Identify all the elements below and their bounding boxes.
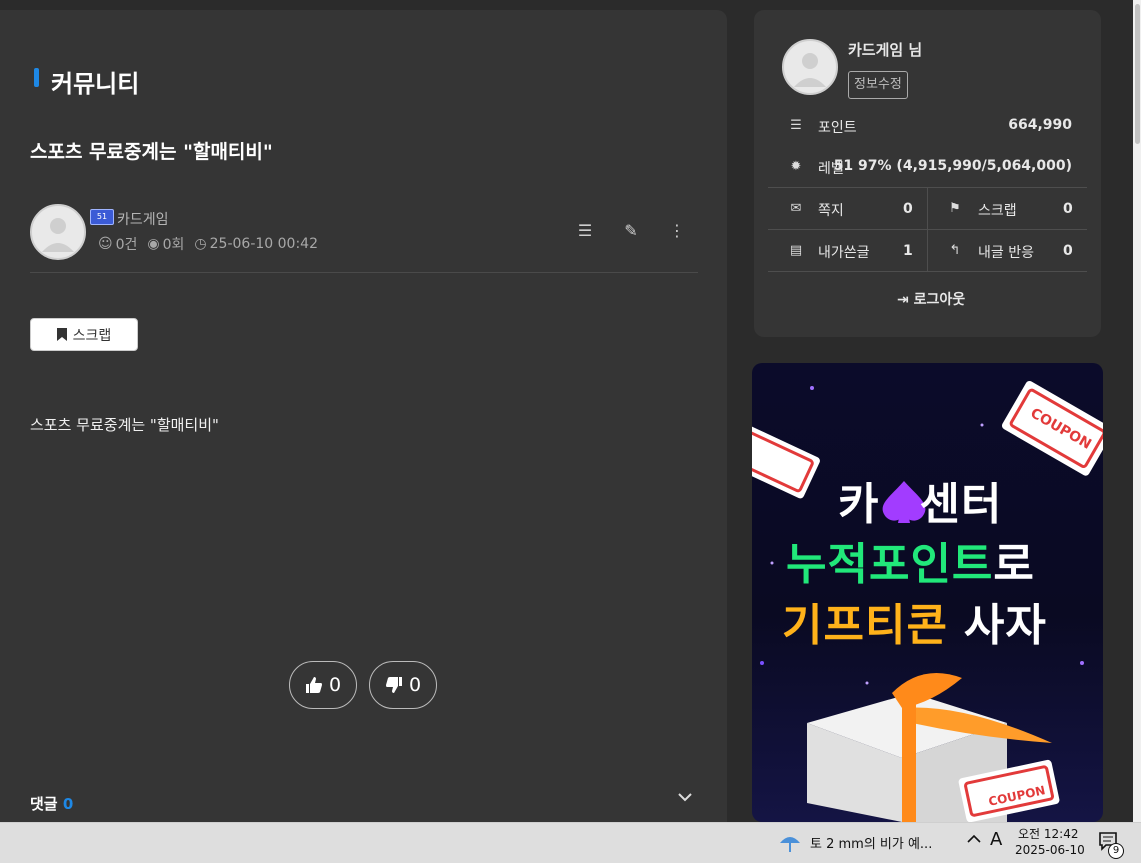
scrap-value: 0 (1063, 201, 1073, 217)
person-icon (794, 53, 826, 87)
replies-value: 0 (1063, 243, 1073, 259)
ad-text: 카 (838, 479, 880, 530)
divider (768, 229, 1087, 230)
logout-icon: ⇥ (897, 292, 909, 308)
ad-text: 누적포인트 (786, 539, 994, 590)
view-count-meta: ◉ 0회 (147, 236, 185, 253)
edit-profile-button[interactable]: 정보수정 (848, 71, 908, 99)
list-icon: ☰ (790, 118, 802, 133)
comments-header[interactable]: 댓글 0 (30, 793, 73, 814)
clock-icon: ◷ (194, 236, 207, 252)
point-label: 포인트 (818, 120, 857, 136)
clock-time[interactable]: 오전 12:42 (1018, 825, 1078, 842)
thumbs-up-icon (305, 677, 322, 693)
more-options-icon[interactable]: ⋮ (667, 221, 687, 240)
eye-icon: ◉ (147, 236, 160, 252)
comments-label: 댓글 (30, 795, 58, 813)
scrap-button[interactable]: 스크랩 (30, 318, 138, 351)
edit-pencil-icon[interactable]: ✎ (621, 221, 641, 240)
ad-text: 사자 (963, 600, 1047, 651)
ad-line-2: 누적포인트로 (786, 528, 1035, 592)
memo-label[interactable]: 쪽지 (818, 200, 844, 220)
dislike-count: 0 (408, 674, 422, 696)
logout-button[interactable]: ⇥ 로그아웃 (897, 289, 965, 309)
notification-count: 9 (1108, 843, 1124, 859)
post-body: 스포츠 무료중계는 "할매티비" (30, 416, 219, 434)
clock-date[interactable]: 2025-06-10 (1015, 843, 1085, 857)
ad-banner[interactable]: COUPON COUPON 카 센터 누적포인트로 기프티콘 사자 (752, 363, 1103, 822)
weather-text[interactable]: 토 2 mm의 비가 예... (810, 833, 932, 852)
ad-text: 기프티콘 (782, 600, 948, 651)
weather-icon[interactable] (778, 831, 802, 859)
memo-value: 0 (903, 201, 913, 217)
ad-text: 로 (993, 539, 1035, 590)
person-icon (42, 218, 74, 252)
taskbar: 토 2 mm의 비가 예... A 오전 12:42 2025-06-10 9 (0, 822, 1141, 863)
like-count: 0 (328, 674, 342, 696)
bookmark-icon (56, 328, 67, 341)
post-meta: ☺ 0건 ◉ 0회 ◷ 25-06-10 00:42 (98, 234, 318, 254)
comments-count: 0 (62, 795, 74, 813)
section-title: 커뮤니티 (51, 70, 140, 98)
replies-label[interactable]: 내글 반응 (978, 242, 1034, 262)
sun-icon: ✹ (790, 159, 802, 174)
dislike-button[interactable]: 0 (369, 661, 437, 709)
scrollbar-thumb[interactable] (1135, 4, 1140, 144)
mail-icon: ✉ (790, 201, 802, 216)
scrap-label[interactable]: 스크랩 (978, 200, 1017, 220)
my-posts-label[interactable]: 내가쓴글 (818, 242, 870, 262)
comment-icon: ☺ (98, 236, 113, 252)
thumbs-down-icon (385, 677, 402, 693)
divider (30, 272, 698, 273)
ime-indicator[interactable]: A (990, 829, 1002, 850)
tray-chevron-up-icon[interactable] (967, 832, 981, 848)
flag-icon: ⚑ (949, 201, 961, 216)
ad-text: 센터 (919, 479, 1003, 530)
user-avatar[interactable] (782, 39, 838, 95)
scrap-button-label: 스크랩 (72, 327, 112, 344)
post-title: 스포츠 무료중계는 "할매티비" (30, 141, 273, 163)
chevron-down-icon[interactable] (678, 790, 692, 806)
point-value: 664,990 (1008, 117, 1072, 133)
reply-icon: ↰ (949, 243, 961, 258)
list-icon[interactable]: ☰ (575, 221, 595, 240)
author-name[interactable]: 카드게임 (117, 209, 169, 229)
ad-line-1: 카 센터 (838, 468, 1002, 532)
level-badge: 51 (90, 209, 114, 225)
author-avatar[interactable] (30, 204, 86, 260)
my-posts-value: 1 (903, 243, 913, 259)
level-value: 51 97% (4,915,990/5,064,000) (833, 158, 1072, 174)
user-name: 카드게임 님 (848, 41, 923, 59)
section-title-accent (34, 68, 39, 87)
ad-line-3: 기프티콘 사자 (782, 589, 1047, 653)
datetime-meta: ◷ 25-06-10 00:42 (194, 236, 318, 252)
like-button[interactable]: 0 (289, 661, 357, 709)
divider (768, 271, 1087, 272)
comment-count-meta: ☺ 0건 (98, 236, 138, 253)
logout-label: 로그아웃 (913, 292, 966, 308)
document-icon: ▤ (789, 243, 803, 258)
